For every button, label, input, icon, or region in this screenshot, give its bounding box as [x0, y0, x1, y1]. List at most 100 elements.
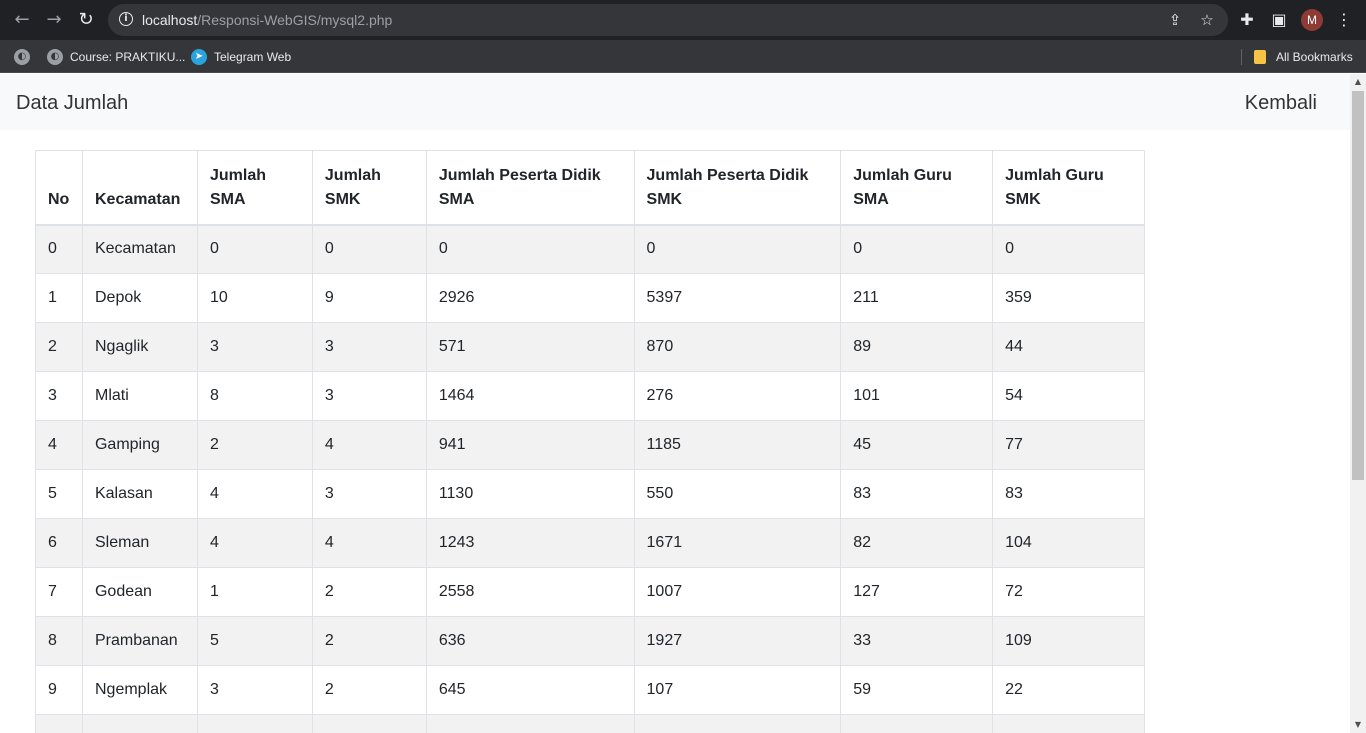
cell-jumlah-sma: 1 [196, 567, 313, 617]
cell-guru-smk: 54 [992, 371, 1145, 421]
cell-guru-sma: 89 [840, 322, 994, 372]
apps-icon[interactable]: ◐ [14, 47, 37, 67]
url-text[interactable]: localhost/Responsi-WebGIS/mysql2.php [142, 12, 392, 28]
cell-peserta-smk: 276 [633, 371, 842, 421]
bookmark-course[interactable]: ◐ Course: PRAKTIKU... [47, 47, 185, 67]
cell-jumlah-sma: 0 [196, 224, 313, 274]
cell-kecamatan: Depok [81, 273, 198, 323]
scroll-down-arrow-icon[interactable]: ▼ [1350, 717, 1366, 733]
page-viewport: Data Jumlah Kembali No Kecamatan Jumlah S… [0, 74, 1350, 733]
cell-jumlah-smk: 9 [311, 273, 427, 323]
cell-peserta-smk: 5397 [633, 273, 842, 323]
cell-guru-sma: 59 [840, 665, 994, 715]
scroll-up-arrow-icon[interactable]: ▲ [1350, 74, 1366, 90]
header-peserta-sma: Jumlah Peserta Didik SMA [425, 150, 635, 226]
cell-peserta-smk: 0 [633, 224, 842, 274]
table-row: 4 Gamping 2 4 941 1185 45 77 [35, 420, 1145, 470]
cell-jumlah-sma: 3 [196, 322, 313, 372]
reload-icon[interactable]: ↻ [75, 9, 97, 31]
cell-guru-smk: 359 [992, 273, 1145, 323]
site-info-icon[interactable]: i [119, 12, 133, 26]
url-path: /Responsi-WebGIS/mysql2.php [197, 12, 393, 28]
table-row: 6 Sleman 4 4 1243 1671 82 104 [35, 518, 1145, 568]
cell-guru-sma: 211 [840, 273, 994, 323]
cell-peserta-sma: 571 [425, 322, 635, 372]
navbar-brand[interactable]: Data Jumlah [16, 92, 128, 115]
cell-jumlah-sma: 4 [196, 469, 313, 519]
table-body: 0 Kecamatan 0 0 0 0 0 0 1 Depok 10 9 2926 5397 211 359… [35, 224, 1145, 733]
cell-guru-smk: 104 [992, 518, 1145, 568]
cell-guru-sma: 82 [840, 518, 994, 568]
address-bar[interactable]: i localhost/Responsi-WebGIS/mysql2.php ⇪… [108, 4, 1228, 36]
bookmark-label: Course: PRAKTIKU... [70, 50, 186, 64]
cell-jumlah-sma: 4 [196, 518, 313, 568]
profile-avatar[interactable]: M [1301, 9, 1323, 31]
cell-jumlah-smk: 2 [311, 616, 427, 666]
back-arrow-icon[interactable]: ← [11, 9, 33, 31]
share-icon[interactable]: ⇪ [1166, 11, 1184, 29]
cell-peserta-smk: 1671 [633, 518, 842, 568]
cell-jumlah-smk: 3 [311, 322, 427, 372]
side-panel-icon[interactable]: ▣ [1268, 9, 1290, 31]
cell-no: 9 [35, 665, 83, 715]
cell-no: 4 [35, 420, 83, 470]
vertical-scrollbar[interactable]: ▲ ▼ [1350, 74, 1366, 733]
telegram-icon: ➤ [191, 49, 207, 65]
cell-kecamatan: Kecamatan [81, 224, 198, 274]
cell-kecamatan: Sleman [81, 518, 198, 568]
bookmark-label: Telegram Web [214, 50, 292, 64]
all-bookmarks-label: All Bookmarks [1276, 50, 1353, 64]
cell-no: 0 [35, 224, 83, 274]
table-header-row: No Kecamatan Jumlah SMA Jumlah SMK Jumlah … [35, 150, 1145, 226]
table-row: 5 Kalasan 4 3 1130 550 83 83 [35, 469, 1145, 519]
cell-peserta-sma: 1130 [425, 469, 635, 519]
extensions-icon[interactable]: ✚ [1236, 9, 1258, 31]
cell-peserta-sma: 941 [425, 420, 635, 470]
cell-kecamatan: Kalasan [81, 469, 198, 519]
cell-peserta-sma: 0 [425, 224, 635, 274]
star-icon[interactable]: ☆ [1198, 11, 1216, 29]
cell-kecamatan: Ngaglik [81, 322, 198, 372]
header-jumlah-sma: Jumlah SMA [196, 150, 313, 226]
cell-guru-smk: 0 [992, 224, 1145, 274]
cell-jumlah-smk: 2 [311, 567, 427, 617]
cell-jumlah-smk: 2 [311, 665, 427, 715]
table-row: 0 Kecamatan 0 0 0 0 0 0 [35, 224, 1145, 274]
all-bookmarks[interactable]: All Bookmarks [1254, 47, 1353, 67]
table-row: 1 Depok 10 9 2926 5397 211 359 [35, 273, 1145, 323]
menu-kebab-icon[interactable]: ⋮ [1333, 9, 1355, 31]
cell-guru-sma: 83 [840, 469, 994, 519]
header-guru-sma: Jumlah Guru SMA [840, 150, 994, 226]
cell-kecamatan: Godean [81, 567, 198, 617]
scrollbar-thumb[interactable] [1352, 91, 1364, 480]
cell-peserta-sma: 1243 [425, 518, 635, 568]
apps-globe-icon: ◐ [14, 49, 30, 65]
navbar: Data Jumlah Kembali [0, 74, 1350, 130]
header-jumlah-smk: Jumlah SMK [311, 150, 427, 226]
table-row [35, 714, 1145, 733]
cell-peserta-smk: 870 [633, 322, 842, 372]
back-link[interactable]: Kembali [1245, 92, 1317, 115]
cell-jumlah-smk: 4 [311, 518, 427, 568]
url-host: localhost [142, 12, 198, 28]
cell-kecamatan: Ngemplak [81, 665, 198, 715]
bookmark-telegram[interactable]: ➤ Telegram Web [191, 47, 291, 67]
cell-peserta-sma: 2926 [425, 273, 635, 323]
cell-kecamatan: Prambanan [81, 616, 198, 666]
table-row: 8 Prambanan 5 2 636 1927 33 109 [35, 616, 1145, 666]
cell-peserta-smk: 1185 [633, 420, 842, 470]
cell-guru-sma: 0 [840, 224, 994, 274]
forward-arrow-icon[interactable]: → [43, 9, 65, 31]
cell-jumlah-smk: 3 [311, 469, 427, 519]
cell-guru-sma: 33 [840, 616, 994, 666]
cell-peserta-sma: 1464 [425, 371, 635, 421]
cell-peserta-smk: 1927 [633, 616, 842, 666]
header-no: No [35, 150, 83, 226]
cell-jumlah-smk: 0 [311, 224, 427, 274]
table-row: 2 Ngaglik 3 3 571 870 89 44 [35, 322, 1145, 372]
cell-no: 2 [35, 322, 83, 372]
cell-peserta-smk: 550 [633, 469, 842, 519]
cell-guru-smk: 44 [992, 322, 1145, 372]
cell-peserta-smk: 107 [633, 665, 842, 715]
cell-no: 8 [35, 616, 83, 666]
